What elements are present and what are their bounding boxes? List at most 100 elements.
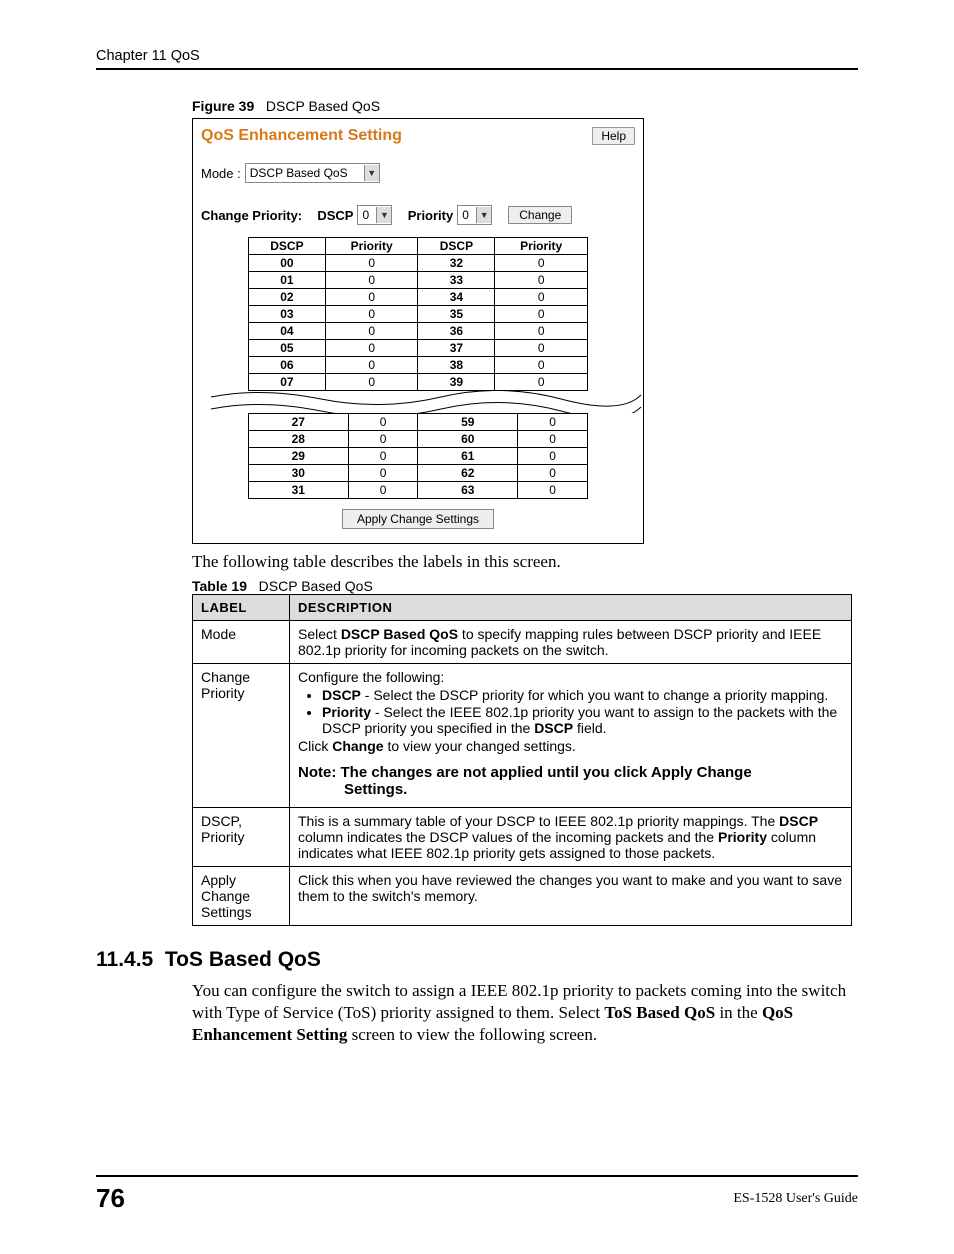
table-cell: 27 <box>249 414 349 431</box>
table-cell: 0 <box>495 272 588 289</box>
chevron-down-icon: ▼ <box>364 165 379 181</box>
footer-guide-title: ES-1528 User's Guide <box>733 1191 858 1207</box>
apply-change-settings-button[interactable]: Apply Change Settings <box>342 509 494 529</box>
table-cell: 0 <box>495 340 588 357</box>
table-intro-text: The following table describes the labels… <box>192 552 858 572</box>
table-row: 280600 <box>249 431 588 448</box>
table-header: Priority <box>495 238 588 255</box>
table-row: 300620 <box>249 465 588 482</box>
table-row: 010330 <box>249 272 588 289</box>
table-cell: 29 <box>249 448 349 465</box>
table-header: DSCP <box>418 238 495 255</box>
column-header-description: DESCRIPTION <box>290 595 852 621</box>
table-row: Mode Select DSCP Based QoS to specify ma… <box>193 621 852 664</box>
table-row: 040360 <box>249 323 588 340</box>
qos-settings-panel: QoS Enhancement Setting Help Mode : DSCP… <box>192 118 644 544</box>
help-button[interactable]: Help <box>592 127 635 145</box>
row-description: This is a summary table of your DSCP to … <box>290 808 852 867</box>
table-row: 290610 <box>249 448 588 465</box>
table-row: 020340 <box>249 289 588 306</box>
table-cell: 0 <box>495 306 588 323</box>
table-cell: 0 <box>325 255 418 272</box>
table-label: Table 19 <box>192 578 247 594</box>
table-cell: 0 <box>495 289 588 306</box>
row-label: Change Priority <box>193 664 290 808</box>
table-cell: 0 <box>325 340 418 357</box>
table-cell: 62 <box>418 465 518 482</box>
table-header: Priority <box>325 238 418 255</box>
running-header: Chapter 11 QoS <box>96 48 858 70</box>
dscp-select-value: 0 <box>358 208 376 222</box>
mode-select[interactable]: DSCP Based QoS ▼ <box>245 163 380 183</box>
table-cell: 61 <box>418 448 518 465</box>
table-cell: 0 <box>325 272 418 289</box>
table-cell: 06 <box>249 357 326 374</box>
table-row: 000320 <box>249 255 588 272</box>
table-row: 030350 <box>249 306 588 323</box>
column-header-label: LABEL <box>193 595 290 621</box>
table-cell: 32 <box>418 255 495 272</box>
table-cell: 33 <box>418 272 495 289</box>
table-truncation-tear <box>201 391 635 413</box>
table-row: 270590 <box>249 414 588 431</box>
table-cell: 01 <box>249 272 326 289</box>
table-cell: 02 <box>249 289 326 306</box>
table-cell: 03 <box>249 306 326 323</box>
table-cell: 0 <box>495 323 588 340</box>
table-row: 070390 <box>249 374 588 391</box>
section-title: ToS Based QoS <box>165 948 321 971</box>
table-cell: 05 <box>249 340 326 357</box>
dscp-select[interactable]: 0 ▼ <box>357 205 392 225</box>
table-cell: 0 <box>348 448 418 465</box>
table-cell: 0 <box>348 465 418 482</box>
table-row: 310630 <box>249 482 588 499</box>
table-cell: 0 <box>325 289 418 306</box>
table-caption: Table 19 DSCP Based QoS <box>192 578 858 594</box>
table-cell: 0 <box>518 482 588 499</box>
table-title: DSCP Based QoS <box>259 578 373 594</box>
table-cell: 0 <box>348 482 418 499</box>
table-cell: 0 <box>518 465 588 482</box>
table-cell: 31 <box>249 482 349 499</box>
table-row: 050370 <box>249 340 588 357</box>
table-cell: 36 <box>418 323 495 340</box>
table-row: 060380 <box>249 357 588 374</box>
table-cell: 0 <box>518 431 588 448</box>
dscp-label: DSCP <box>317 208 353 223</box>
table-cell: 28 <box>249 431 349 448</box>
table-row: DSCP, Priority This is a summary table o… <box>193 808 852 867</box>
row-description: Click this when you have reviewed the ch… <box>290 867 852 926</box>
table-cell: 60 <box>418 431 518 448</box>
section-number: 11.4.5 <box>96 948 153 971</box>
table-row: Change Priority Configure the following:… <box>193 664 852 808</box>
panel-title: QoS Enhancement Setting <box>201 127 402 144</box>
change-button[interactable]: Change <box>508 206 572 224</box>
table-cell: 0 <box>348 431 418 448</box>
table-cell: 0 <box>325 357 418 374</box>
table-cell: 0 <box>518 448 588 465</box>
table-cell: 0 <box>325 306 418 323</box>
page-number: 76 <box>96 1183 125 1214</box>
table-cell: 00 <box>249 255 326 272</box>
row-label: DSCP, Priority <box>193 808 290 867</box>
table-cell: 63 <box>418 482 518 499</box>
section-body: You can configure the switch to assign a… <box>192 980 858 1045</box>
figure-caption: Figure 39 DSCP Based QoS <box>192 98 858 114</box>
figure-label: Figure 39 <box>192 98 254 114</box>
chevron-down-icon: ▼ <box>376 207 391 223</box>
change-priority-label: Change Priority: <box>201 208 302 223</box>
figure-title: DSCP Based QoS <box>266 98 380 114</box>
priority-select[interactable]: 0 ▼ <box>457 205 492 225</box>
table-cell: 0 <box>348 414 418 431</box>
row-label: Mode <box>193 621 290 664</box>
table-cell: 34 <box>418 289 495 306</box>
row-description: Configure the following: DSCP - Select t… <box>290 664 852 808</box>
row-label: Apply Change Settings <box>193 867 290 926</box>
table-cell: 37 <box>418 340 495 357</box>
table-cell: 38 <box>418 357 495 374</box>
dscp-priority-table-cont: 270590280600290610300620310630 <box>248 413 588 499</box>
chevron-down-icon: ▼ <box>476 207 491 223</box>
section-heading: 11.4.5 ToS Based QoS <box>96 948 858 972</box>
table-cell: 59 <box>418 414 518 431</box>
table-cell: 07 <box>249 374 326 391</box>
